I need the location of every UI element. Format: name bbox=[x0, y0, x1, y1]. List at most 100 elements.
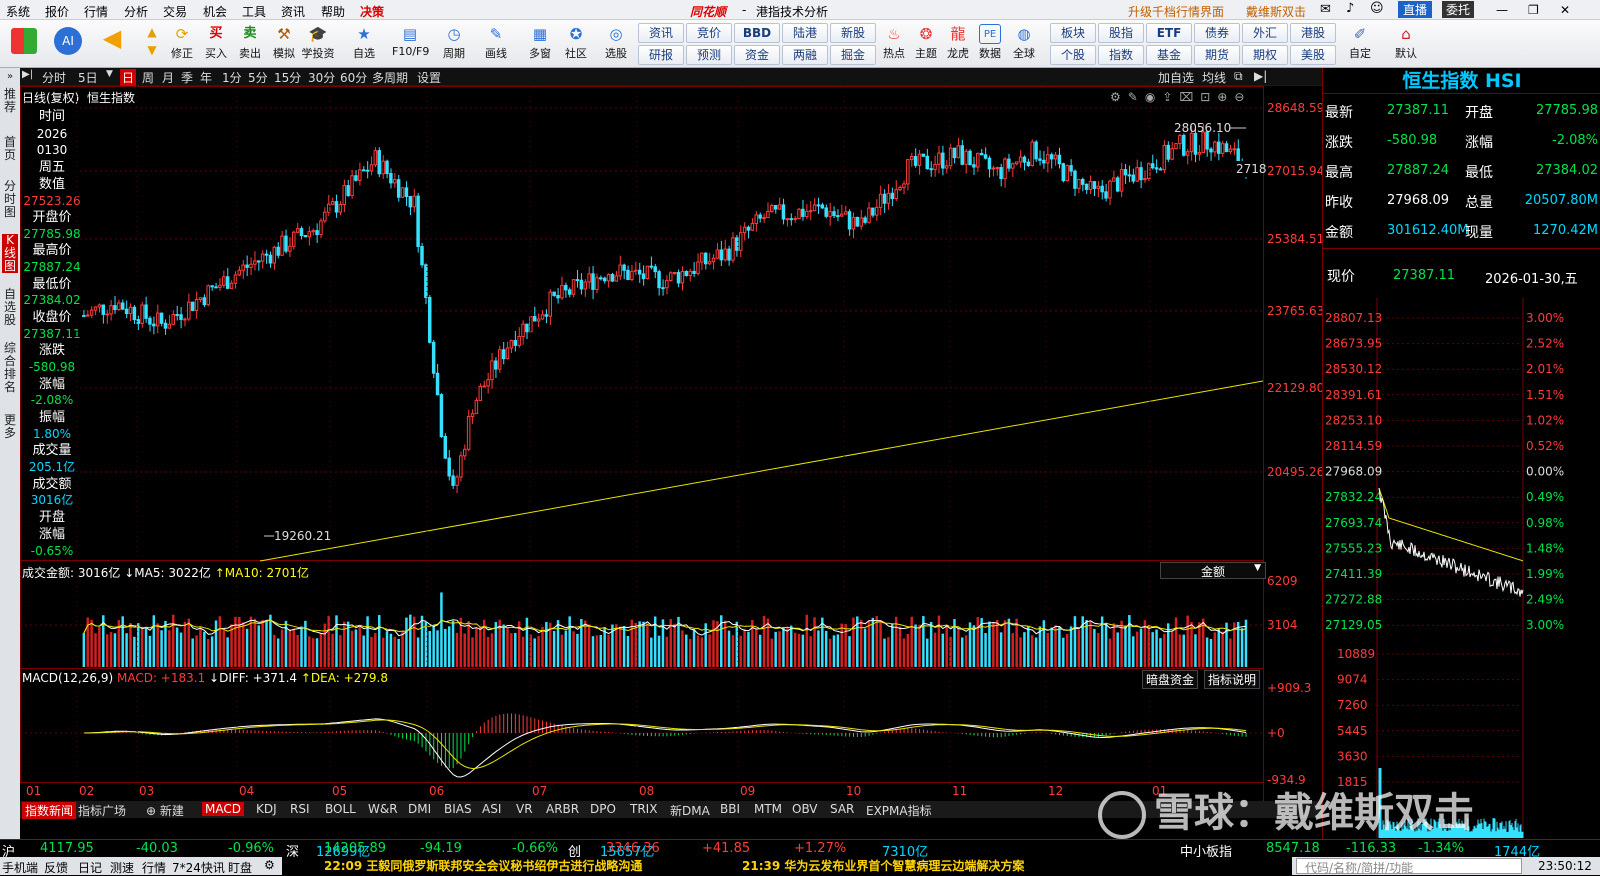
menu-tools[interactable]: 工具 bbox=[242, 3, 266, 20]
btn-fund[interactable]: 基金 bbox=[1146, 45, 1192, 65]
tab-vr[interactable]: VR bbox=[516, 802, 533, 816]
tab-wr[interactable]: W&R bbox=[368, 802, 398, 816]
simulate-button[interactable]: ⚒ 模拟 bbox=[266, 22, 302, 66]
menu-news[interactable]: 资讯 bbox=[281, 3, 305, 20]
tab-kdj[interactable]: KDJ bbox=[256, 802, 277, 816]
btn-hk-connect[interactable]: 陆港 bbox=[782, 23, 828, 43]
menu-market[interactable]: 行情 bbox=[84, 3, 108, 20]
btn-stocks[interactable]: 个股 bbox=[1050, 45, 1096, 65]
menu-opportunity[interactable]: 机会 bbox=[203, 3, 227, 20]
tab-mtm[interactable]: MTM bbox=[754, 802, 782, 816]
bottom-speedtest[interactable]: 测速 bbox=[110, 859, 134, 876]
minimize-icon[interactable]: — bbox=[1496, 3, 1508, 17]
buy-button[interactable]: 买买入 bbox=[198, 22, 234, 66]
indicator-help-button[interactable]: 指标说明 bbox=[1204, 670, 1261, 689]
tab-expma[interactable]: EXPMA指标 bbox=[866, 802, 932, 819]
search-input[interactable]: 代码/名称/简拼/功能 bbox=[1296, 858, 1522, 875]
btn-bonds[interactable]: 债券 bbox=[1194, 23, 1240, 43]
btn-sector[interactable]: 板块 bbox=[1050, 23, 1096, 43]
nav-kline[interactable]: K线图 bbox=[2, 234, 18, 273]
tab-bbi[interactable]: BBI bbox=[720, 802, 740, 816]
data-button[interactable]: PE 数据 bbox=[972, 22, 1008, 66]
tab-obv[interactable]: OBV bbox=[792, 802, 818, 816]
btn-us-stocks[interactable]: 美股 bbox=[1290, 45, 1336, 65]
watchlist-button[interactable]: ★ 自选 bbox=[346, 22, 382, 66]
settings-icon[interactable]: ⚙ bbox=[1110, 90, 1128, 104]
user-icon[interactable]: ☺ bbox=[1370, 1, 1384, 16]
tab-newdma[interactable]: 新DMA bbox=[670, 802, 710, 819]
btn-funds[interactable]: 资金 bbox=[734, 45, 780, 65]
tab-trix[interactable]: TRIX bbox=[630, 802, 657, 816]
ai-button[interactable]: AI bbox=[50, 22, 86, 66]
learn-button[interactable]: 🎓 学投资 bbox=[300, 22, 336, 66]
btn-ipo[interactable]: 新股 bbox=[830, 23, 876, 43]
btn-dig[interactable]: 掘金 bbox=[830, 45, 876, 65]
dark-pool-button[interactable]: 暗盘资金 bbox=[1142, 670, 1199, 689]
export-icon[interactable]: ⇪ bbox=[1162, 90, 1179, 104]
period-button[interactable]: ◷ 周期 bbox=[436, 22, 472, 66]
bottom-market[interactable]: 行情 bbox=[142, 859, 166, 876]
lock-icon[interactable]: ⊡ bbox=[1200, 90, 1217, 104]
screener-button[interactable]: ◎ 选股 bbox=[598, 22, 634, 66]
nav-timeshare[interactable]: 分时图 bbox=[2, 180, 18, 219]
global-button[interactable]: ◍ 全球 bbox=[1006, 22, 1042, 66]
news-ticker[interactable]: 22:09 王毅同俄罗斯联邦安全会议秘书绍伊古进行战略沟通 21:39 华为云发… bbox=[282, 857, 1292, 875]
nav-watchlist[interactable]: 自选股 bbox=[2, 288, 18, 327]
bottom-mobile[interactable]: 手机端 bbox=[2, 859, 38, 876]
btn-futures[interactable]: 期货 bbox=[1194, 45, 1240, 65]
draw-button[interactable]: ✎ 画线 bbox=[478, 22, 514, 66]
layout-button[interactable] bbox=[6, 22, 42, 66]
volume-selector[interactable]: 金额 ▼ bbox=[1160, 562, 1266, 579]
btn-etf[interactable]: ETF bbox=[1146, 23, 1192, 43]
entrust-button[interactable]: 委托 bbox=[1442, 1, 1475, 18]
tab-bias[interactable]: BIAS bbox=[444, 802, 472, 816]
bottom-diary[interactable]: 日记 bbox=[78, 859, 102, 876]
mail-icon[interactable]: ✉ bbox=[1320, 2, 1331, 17]
btn-margin[interactable]: 两融 bbox=[782, 45, 828, 65]
hot-button[interactable]: ♨ 热点 bbox=[876, 22, 912, 66]
tab-new[interactable]: ⊕ 新建 bbox=[146, 802, 184, 819]
btn-forecast[interactable]: 预测 bbox=[686, 45, 732, 65]
menu-help[interactable]: 帮助 bbox=[321, 3, 345, 20]
btn-research[interactable]: 研报 bbox=[638, 45, 684, 65]
community-button[interactable]: ✪ 社区 bbox=[558, 22, 594, 66]
btn-forex[interactable]: 外汇 bbox=[1242, 23, 1288, 43]
live-button[interactable]: 直播 bbox=[1398, 1, 1433, 18]
bottom-settings-icon[interactable]: ⚙ bbox=[264, 858, 275, 872]
tab-asi[interactable]: ASI bbox=[482, 802, 501, 816]
f10-button[interactable]: ▤ F10/F9 bbox=[392, 22, 429, 66]
theme-button[interactable]: ❂ 主题 bbox=[908, 22, 944, 66]
brush-icon[interactable]: ✎ bbox=[1128, 90, 1145, 104]
news-item-2[interactable]: 21:39 华为云发布业界首个智慧病理云边端解决方案 bbox=[742, 857, 1024, 875]
nav-more[interactable]: 更多 bbox=[2, 414, 18, 440]
upgrade-link[interactable]: 升级千档行情界面 bbox=[1128, 3, 1224, 20]
menu-system[interactable]: 系统 bbox=[6, 3, 30, 20]
nav-ranking[interactable]: 综合排名 bbox=[2, 342, 18, 394]
menu-analysis[interactable]: 分析 bbox=[124, 3, 148, 20]
tab-arbr[interactable]: ARBR bbox=[546, 802, 579, 816]
btn-indices[interactable]: 指数 bbox=[1098, 45, 1144, 65]
menu-trade[interactable]: 交易 bbox=[163, 3, 187, 20]
custom-button[interactable]: ✐ 自定 bbox=[1342, 22, 1378, 66]
sell-button[interactable]: 卖卖出 bbox=[232, 22, 268, 66]
tab-index-news[interactable]: 指数新闻 bbox=[22, 802, 77, 819]
tab-dpo[interactable]: DPO bbox=[590, 802, 616, 816]
btn-index-futures[interactable]: 股指 bbox=[1098, 23, 1144, 43]
menu-decision[interactable]: 决策 bbox=[360, 3, 384, 20]
close-icon[interactable]: ✕ bbox=[1560, 3, 1570, 17]
restore-icon[interactable]: ❐ bbox=[1528, 3, 1539, 17]
nav-home[interactable]: 首页 bbox=[2, 136, 18, 162]
bottom-flash[interactable]: 7*24快讯 bbox=[172, 859, 225, 876]
zoom-in-icon[interactable]: ⊕ bbox=[1217, 90, 1234, 104]
user-link[interactable]: 戴维斯双击 bbox=[1246, 3, 1306, 20]
btn-options[interactable]: 期权 bbox=[1242, 45, 1288, 65]
tab-macd[interactable]: MACD bbox=[202, 802, 244, 816]
btn-hk-stocks[interactable]: 港股 bbox=[1290, 23, 1336, 43]
multiwindow-button[interactable]: ▦ 多窗 bbox=[522, 22, 558, 66]
btn-news[interactable]: 资讯 bbox=[638, 23, 684, 43]
btn-bbd[interactable]: BBD bbox=[734, 23, 780, 43]
menu-quote[interactable]: 报价 bbox=[45, 3, 69, 20]
eye-icon[interactable]: ◉ bbox=[1145, 90, 1162, 104]
tab-rsi[interactable]: RSI bbox=[290, 802, 310, 816]
trash-icon[interactable]: ⌧ bbox=[1179, 90, 1200, 104]
